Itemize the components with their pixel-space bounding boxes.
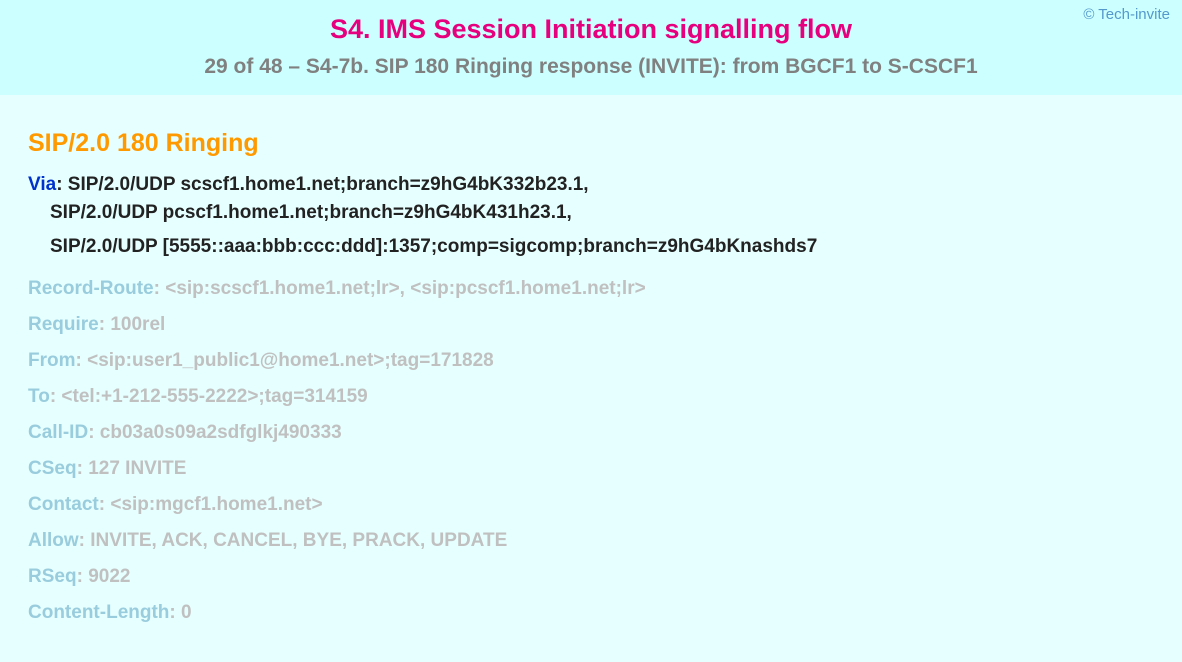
page-subtitle: 29 of 48 – S4-7b. SIP 180 Ringing respon… xyxy=(20,55,1162,79)
header-separator: : xyxy=(76,350,88,371)
header-row-call-id: Call-ID: cb03a0s09a2sdfglkj490333 xyxy=(28,422,1154,444)
header-label: CSeq xyxy=(28,458,77,479)
header-separator: : xyxy=(79,530,91,551)
via-line-1: SIP/2.0/UDP scscf1.home1.net;branch=z9hG… xyxy=(68,174,589,195)
header-separator: : xyxy=(154,278,166,299)
header-row-cseq: CSeq: 127 INVITE xyxy=(28,458,1154,480)
header-band: © Tech-invite S4. IMS Session Initiation… xyxy=(0,0,1182,95)
header-label: RSeq xyxy=(28,566,77,587)
sip-status-line: SIP/2.0 180 Ringing xyxy=(28,129,1154,158)
header-value: <tel:+1-212-555-2222>;tag=314159 xyxy=(61,386,367,407)
header-value: 127 INVITE xyxy=(88,458,186,479)
header-label: From xyxy=(28,350,76,371)
header-separator: : xyxy=(99,314,111,335)
header-label: Contact xyxy=(28,494,99,515)
header-row-from: From: <sip:user1_public1@home1.net>;tag=… xyxy=(28,350,1154,372)
via-header-block: Via: SIP/2.0/UDP scscf1.home1.net;branch… xyxy=(28,174,1154,264)
header-label: Allow xyxy=(28,530,79,551)
header-row-to: To: <tel:+1-212-555-2222>;tag=314159 xyxy=(28,386,1154,408)
header-label: Require xyxy=(28,314,99,335)
header-row-allow: Allow: INVITE, ACK, CANCEL, BYE, PRACK, … xyxy=(28,530,1154,552)
header-value: 9022 xyxy=(88,566,130,587)
header-row-record-route: Record-Route: <sip:scscf1.home1.net;lr>,… xyxy=(28,278,1154,300)
page-title: S4. IMS Session Initiation signalling fl… xyxy=(20,14,1162,45)
header-label: Record-Route xyxy=(28,278,154,299)
header-separator: : xyxy=(50,386,62,407)
header-separator: : xyxy=(88,422,100,443)
header-label: Call-ID xyxy=(28,422,88,443)
header-separator: : xyxy=(99,494,111,515)
via-label: Via xyxy=(28,174,56,195)
copyright-text: © Tech-invite xyxy=(1083,6,1170,23)
header-value: cb03a0s09a2sdfglkj490333 xyxy=(100,422,342,443)
header-value: <sip:scscf1.home1.net;lr>, <sip:pcscf1.h… xyxy=(165,278,645,299)
header-value: INVITE, ACK, CANCEL, BYE, PRACK, UPDATE xyxy=(90,530,507,551)
header-value: 100rel xyxy=(110,314,165,335)
content-area: SIP/2.0 180 Ringing Via: SIP/2.0/UDP scs… xyxy=(0,95,1182,658)
via-separator: : xyxy=(56,174,68,195)
header-value: <sip:mgcf1.home1.net> xyxy=(110,494,322,515)
header-row-contact: Contact: <sip:mgcf1.home1.net> xyxy=(28,494,1154,516)
header-label: To xyxy=(28,386,50,407)
header-value: <sip:user1_public1@home1.net>;tag=171828 xyxy=(87,350,494,371)
header-label: Content-Length xyxy=(28,602,169,623)
header-separator: : xyxy=(77,566,89,587)
header-row-content-length: Content-Length: 0 xyxy=(28,602,1154,624)
header-value: 0 xyxy=(181,602,192,623)
via-line-3: SIP/2.0/UDP [5555::aaa:bbb:ccc:ddd]:1357… xyxy=(28,230,1154,264)
header-row-rseq: RSeq: 9022 xyxy=(28,566,1154,588)
header-separator: : xyxy=(169,602,181,623)
header-row-require: Require: 100rel xyxy=(28,314,1154,336)
via-line-2: SIP/2.0/UDP pcscf1.home1.net;branch=z9hG… xyxy=(28,196,1154,230)
header-separator: : xyxy=(77,458,89,479)
